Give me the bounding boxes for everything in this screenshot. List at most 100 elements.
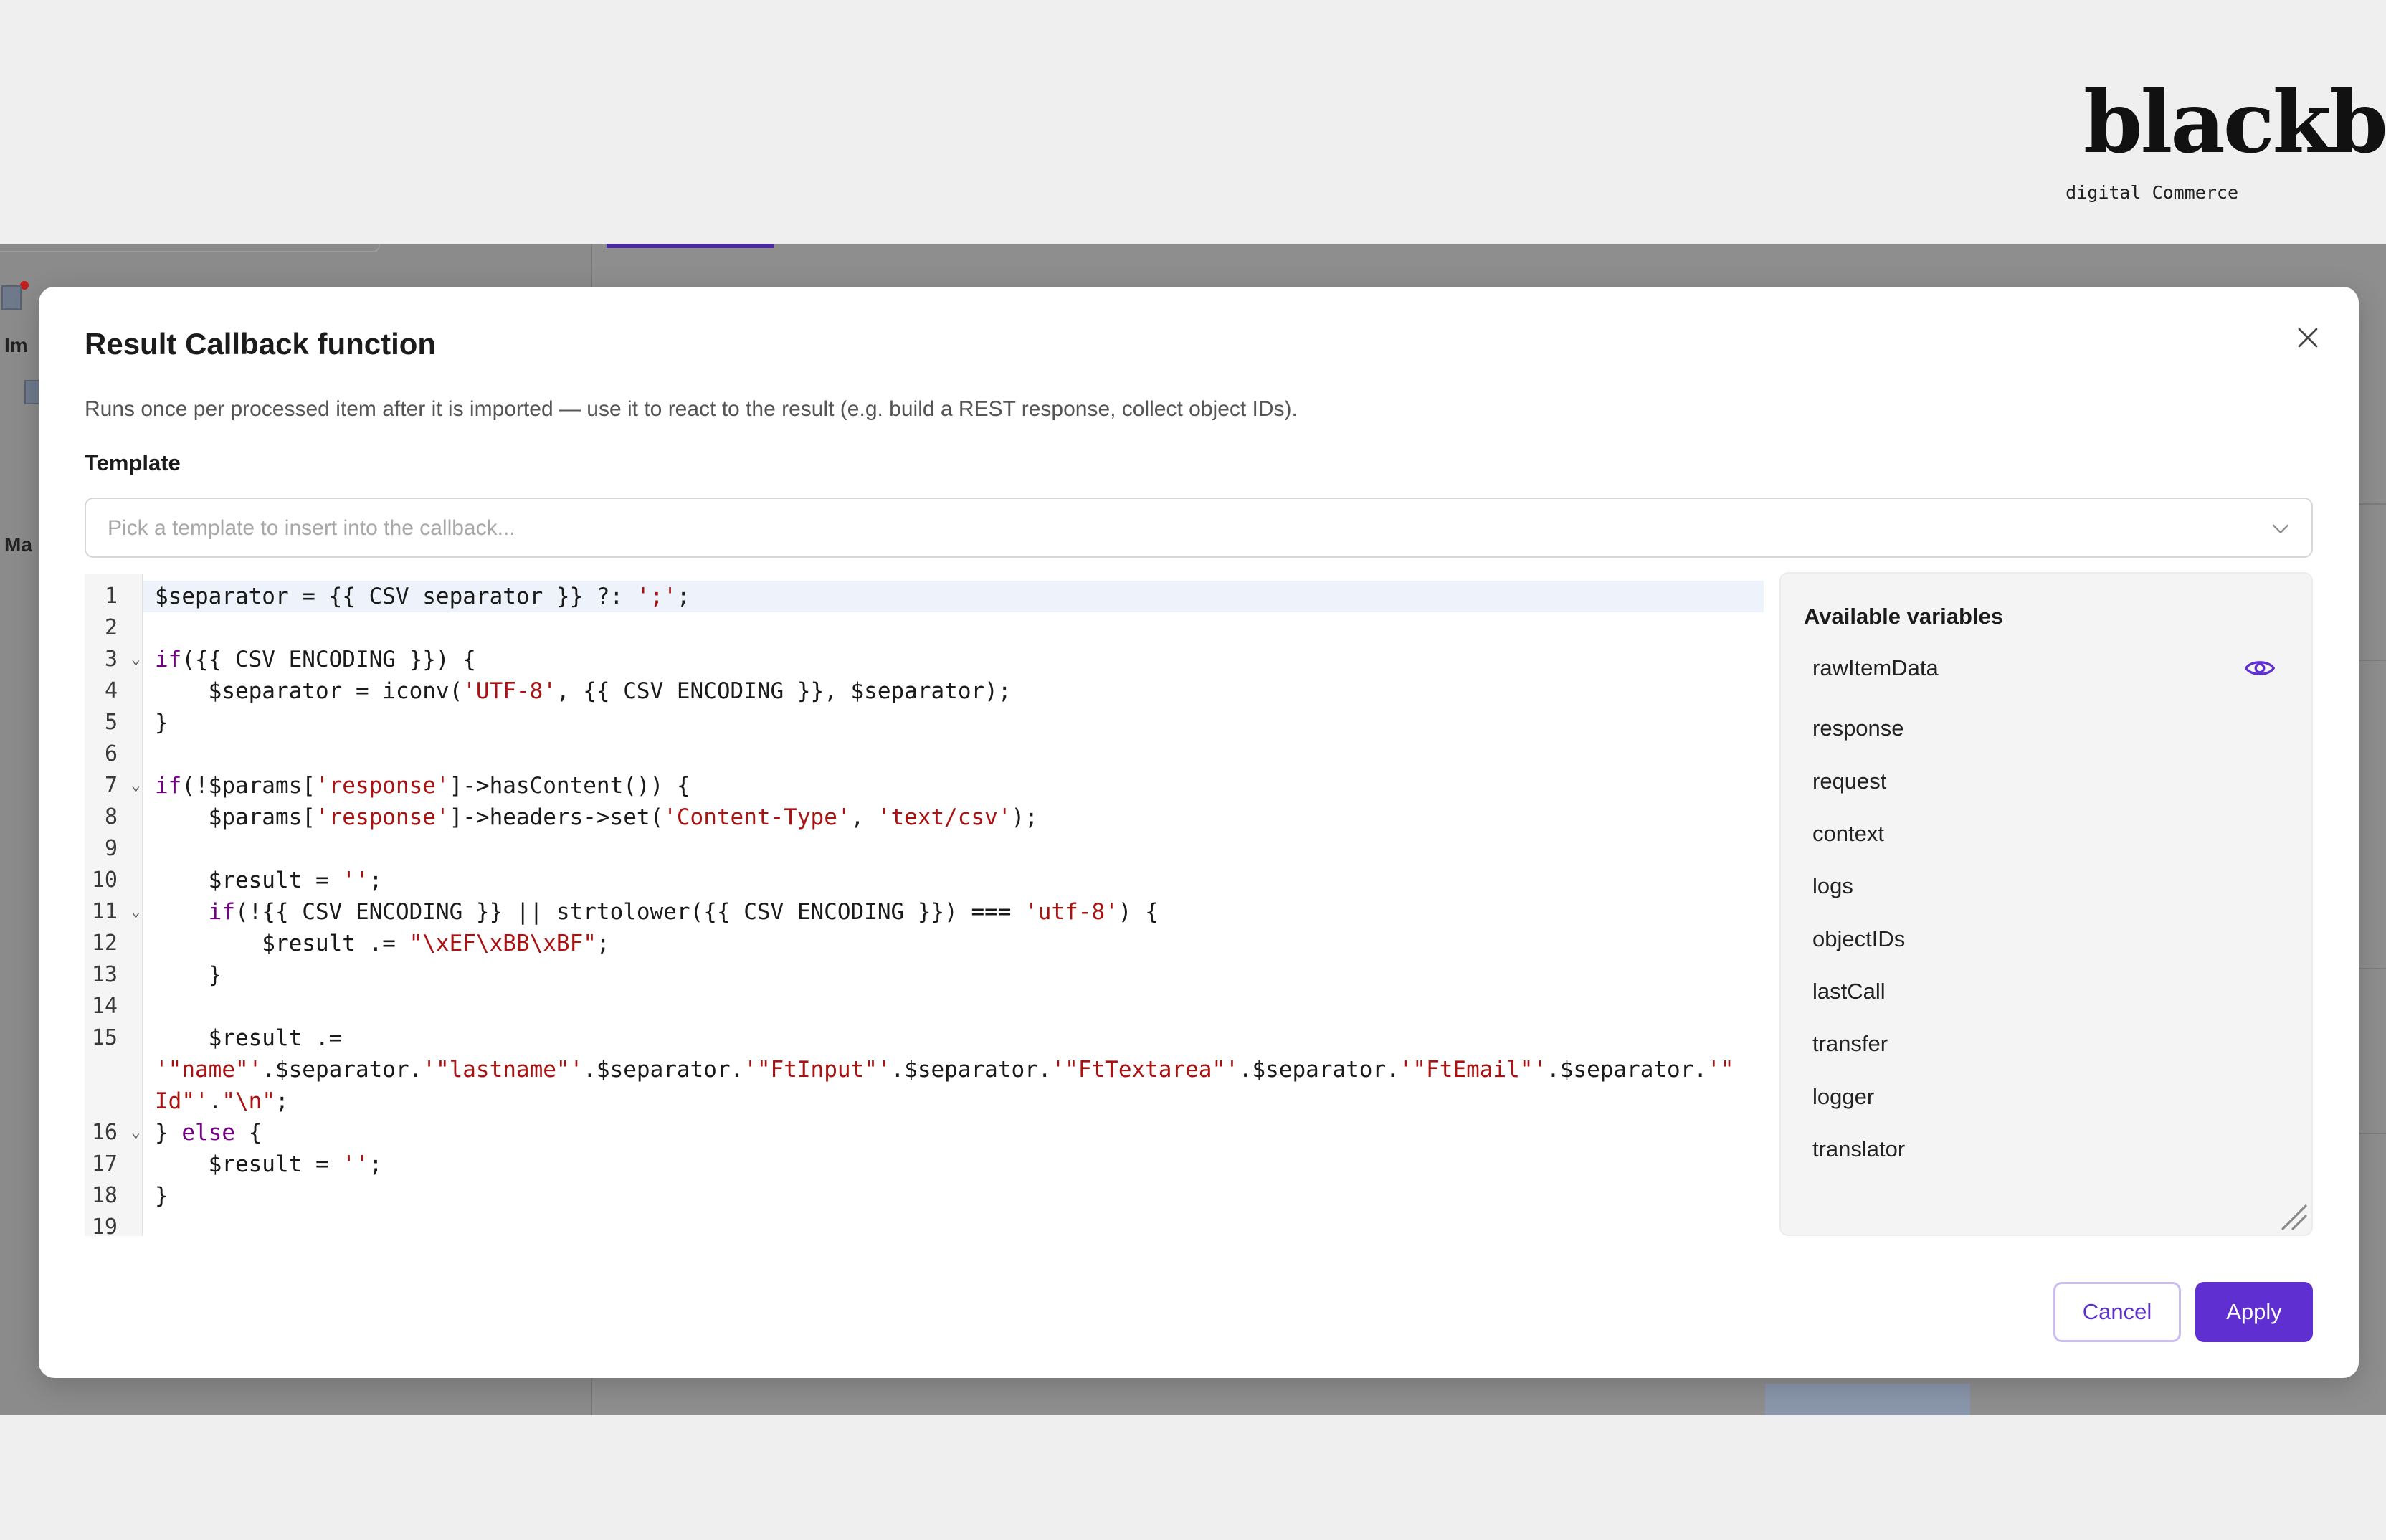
code-keyword: else [181, 1120, 235, 1146]
code-string: Id"' [155, 1088, 209, 1114]
line-number: 17 [85, 1149, 143, 1180]
code-line[interactable]: $result .= "\xEF\xBB\xBF"; [155, 928, 610, 959]
line-number [85, 1085, 143, 1117]
code-line[interactable]: Id"'."\n"; [155, 1085, 289, 1117]
line-number: 6 [85, 738, 143, 770]
close-button[interactable] [2290, 320, 2326, 356]
code-line[interactable]: if({{ CSV ENCODING }}) { [155, 644, 476, 675]
line-number: 14 [85, 991, 143, 1022]
variable-item[interactable]: rawItemData [1812, 655, 1939, 681]
code-string: 'Content-Type' [663, 804, 851, 830]
line-number: 11 ⌄ [85, 896, 143, 928]
apply-button[interactable]: Apply [2195, 1282, 2313, 1342]
code-text: (!{{ CSV ENCODING }} || strtolower({{ CS… [234, 899, 1025, 925]
code-line[interactable]: if(!{{ CSV ENCODING }} || strtolower({{ … [155, 896, 1159, 928]
close-icon [2298, 328, 2318, 348]
dialog-title: Result Callback function [85, 327, 437, 361]
code-line[interactable]: if(!$params['response']->hasContent()) { [155, 770, 690, 802]
code-line[interactable]: $result .= [155, 1022, 343, 1054]
brand-bar: blackbit digital Commerce [0, 0, 2386, 244]
line-number-text: 18 [91, 1183, 118, 1208]
code-text: ; [369, 1151, 383, 1177]
code-line[interactable]: $separator = {{ CSV separator }} ?: ';'; [155, 581, 690, 612]
line-number [85, 1054, 143, 1085]
code-line[interactable]: } [155, 1180, 168, 1212]
code-line[interactable]: } else { [155, 1117, 262, 1149]
line-number-text: 9 [104, 836, 118, 861]
background-divider [2359, 660, 2386, 661]
code-string: 'utf-8' [1025, 899, 1118, 925]
template-select[interactable]: Pick a template to insert into the callb… [85, 498, 2313, 558]
code-text: .$separator. [890, 1057, 1052, 1083]
code-line[interactable]: $params['response']->headers->set('Conte… [155, 802, 1038, 833]
code-line[interactable]: $result = ''; [155, 865, 383, 896]
variable-item[interactable]: logger [1812, 1084, 1874, 1110]
fold-chevron-icon[interactable]: ⌄ [131, 770, 141, 802]
code-line[interactable]: $separator = iconv('UTF-8', {{ CSV ENCOD… [155, 675, 1012, 707]
line-number: 18 [85, 1180, 143, 1212]
code-line[interactable]: } [155, 959, 222, 991]
cancel-button[interactable]: Cancel [2053, 1282, 2181, 1342]
variable-item[interactable]: logs [1812, 873, 1853, 899]
code-string: 'response' [315, 804, 450, 830]
line-number: 8 [85, 802, 143, 833]
line-number-text: 11 [91, 899, 118, 924]
code-line[interactable]: $result = ''; [155, 1149, 383, 1180]
code-text: $separator = {{ CSV separator }} ?: [155, 584, 637, 609]
fold-chevron-icon[interactable]: ⌄ [131, 1117, 141, 1149]
line-number-text: 7 [104, 773, 118, 798]
variable-item[interactable]: request [1812, 769, 1886, 794]
line-number-text: 8 [104, 804, 118, 830]
page-footer-band [0, 1415, 2386, 1540]
code-text: $result .= [155, 931, 409, 956]
code-text: , {{ CSV ENCODING }}, $separator); [556, 678, 1012, 704]
code-string: '' [342, 868, 369, 893]
eye-icon[interactable] [2244, 657, 2276, 680]
background-field [1765, 1384, 1970, 1415]
code-keyword: if [208, 899, 235, 925]
variable-item[interactable]: objectIDs [1812, 926, 1905, 952]
code-line[interactable]: } [155, 707, 168, 738]
line-number: 5 [85, 707, 143, 738]
code-text: ]->headers->set( [449, 804, 664, 830]
variable-item[interactable]: context [1812, 821, 1884, 847]
resize-handle-icon[interactable] [2277, 1200, 2309, 1232]
code-string: '"FtInput"' [743, 1057, 891, 1083]
line-number: 9 [85, 833, 143, 865]
line-number-text: 17 [91, 1151, 118, 1177]
variable-item[interactable]: response [1812, 716, 1904, 741]
code-text: $params[ [155, 804, 315, 830]
line-number-text: 12 [91, 931, 118, 956]
background-divider [2359, 1133, 2386, 1134]
variable-item[interactable]: transfer [1812, 1031, 1888, 1057]
line-number-text: 5 [104, 710, 118, 735]
code-text: ; [596, 931, 610, 956]
code-area[interactable]: $separator = {{ CSV separator }} ?: ';';… [143, 574, 1764, 1236]
code-text: ); [1011, 804, 1038, 830]
brand-logo: blackbit digital Commerce [2066, 72, 2386, 204]
code-editor[interactable]: 1 2 3 ⌄ 4 5 6 7 ⌄ 8 9 10 11 ⌄ 12 13 14 15 16 ⌄ 17 18 19 $separ… [85, 574, 1764, 1236]
code-text: ({{ CSV ENCODING }}) { [181, 647, 476, 672]
available-variables-panel: Available variables rawItemData response… [1779, 572, 2313, 1236]
brand-name: blackbit [2083, 72, 2386, 172]
variable-item[interactable]: translator [1812, 1136, 1905, 1162]
fold-chevron-icon[interactable]: ⌄ [131, 644, 141, 675]
background-active-tab-indicator [607, 244, 774, 248]
code-text: , [850, 804, 878, 830]
code-string: 'text/csv' [877, 804, 1012, 830]
code-text: } [155, 962, 222, 988]
line-number-text: 10 [91, 868, 118, 893]
code-string: '"name"' [155, 1057, 262, 1083]
background-tree-label: Im [4, 334, 28, 356]
code-text: .$separator. [1238, 1057, 1399, 1083]
code-keyword: if [155, 773, 182, 799]
line-number-text: 13 [91, 962, 118, 987]
code-line[interactable]: '"name"'.$separator.'"lastname"'.$separa… [155, 1054, 1734, 1085]
line-number: 13 [85, 959, 143, 991]
fold-chevron-icon[interactable]: ⌄ [131, 896, 141, 928]
line-number: 4 [85, 675, 143, 707]
variables-title: Available variables [1804, 604, 2004, 629]
code-text: ]->hasContent()) { [449, 773, 690, 799]
line-number-text: 14 [91, 994, 118, 1019]
variable-item[interactable]: lastCall [1812, 979, 1886, 1004]
